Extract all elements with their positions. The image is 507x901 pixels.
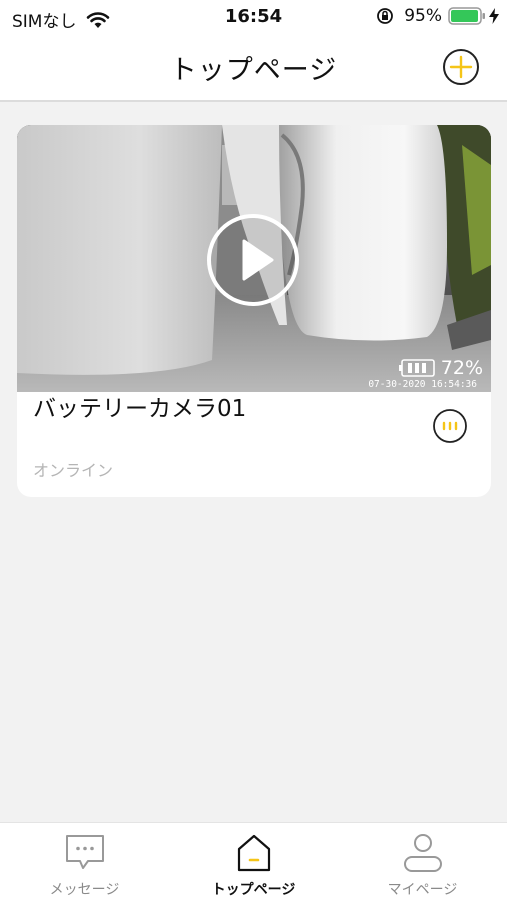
tab-messages[interactable]: メッセージ bbox=[0, 823, 169, 901]
battery-percent: 95% bbox=[404, 6, 442, 26]
tab-messages-label: メッセージ bbox=[49, 882, 120, 898]
camera-battery-icon bbox=[398, 359, 435, 377]
add-device-button[interactable] bbox=[442, 48, 480, 86]
camera-battery: 72% bbox=[398, 357, 483, 379]
tab-bar: メッセージ トップページ マイページ bbox=[0, 822, 507, 901]
tab-mypage-label: マイページ bbox=[387, 882, 458, 898]
tab-home[interactable]: トップページ bbox=[169, 823, 338, 901]
more-options-button[interactable] bbox=[432, 408, 468, 444]
camera-card[interactable]: 72% 07-30-2020 16:54:36 バッテリーカメラ01 オンライン bbox=[17, 125, 491, 497]
status-bar: SIMなし 16:54 95% bbox=[0, 0, 507, 34]
battery-icon bbox=[448, 7, 485, 25]
tab-home-label: トップページ bbox=[211, 882, 296, 898]
play-button[interactable] bbox=[206, 213, 300, 307]
charging-icon bbox=[489, 8, 499, 24]
person-icon bbox=[404, 834, 442, 872]
tab-mypage[interactable]: マイページ bbox=[338, 823, 507, 901]
home-icon bbox=[237, 834, 271, 872]
camera-preview[interactable]: 72% 07-30-2020 16:54:36 bbox=[17, 125, 491, 392]
snapshot-timestamp: 07-30-2020 16:54:36 bbox=[368, 379, 477, 390]
page-title: トップページ bbox=[169, 55, 338, 86]
camera-status: オンライン bbox=[33, 461, 114, 480]
rotation-lock-icon bbox=[377, 8, 394, 24]
message-icon bbox=[66, 835, 104, 869]
nav-bar: トップページ bbox=[0, 34, 507, 102]
camera-battery-level: 72% bbox=[440, 357, 483, 379]
status-indicators: 95% bbox=[376, 6, 499, 26]
camera-name: バッテリーカメラ01 bbox=[33, 396, 247, 422]
